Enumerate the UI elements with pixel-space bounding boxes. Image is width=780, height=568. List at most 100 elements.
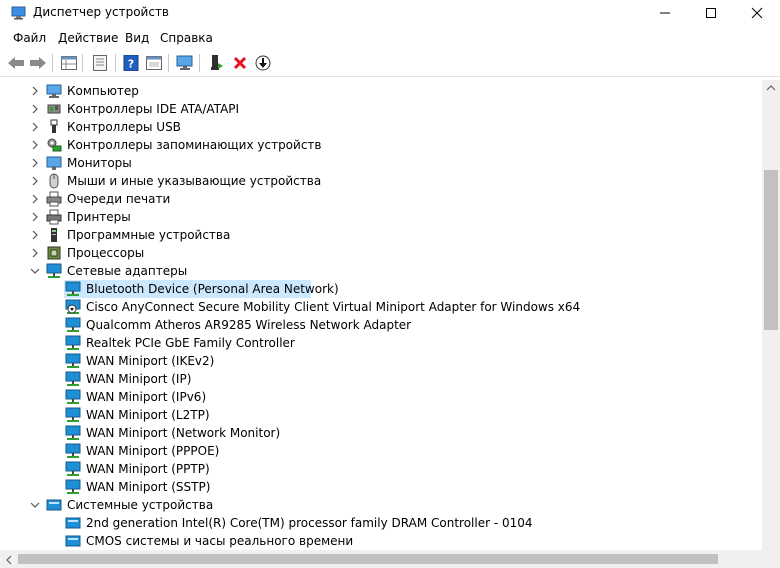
network-adapter-icon [65, 335, 81, 350]
menu-help[interactable]: Справка [160, 31, 213, 45]
tree-device-label: WAN Miniport (Network Monitor) [86, 426, 281, 440]
tree-category[interactable]: Программные устройства [0, 226, 762, 244]
tree-device-item[interactable]: CMOS системы и часы реального времени [0, 532, 762, 550]
tree-device-item[interactable]: WAN Miniport (Network Monitor) [0, 424, 762, 442]
properties-grid-icon [61, 56, 77, 70]
tree-category[interactable]: Мыши и иные указывающие устройства [0, 172, 762, 190]
network-adapter-disabled-icon [65, 299, 81, 314]
chevron-right-icon[interactable] [30, 190, 40, 208]
tree-device-item[interactable]: WAN Miniport (IP) [0, 370, 762, 388]
tree-category[interactable]: Контроллеры запоминающих устройств [0, 136, 762, 154]
tree-device-label: WAN Miniport (IP) [86, 372, 192, 386]
tree-device-label: Realtek PCIe GbE Family Controller [86, 336, 295, 350]
tree-device-item-selected[interactable]: Bluetooth Device (Personal Area Network) [0, 280, 762, 298]
scan-hardware-button[interactable] [175, 53, 195, 73]
uninstall-button[interactable] [230, 53, 250, 73]
tree-category[interactable]: Контроллеры USB [0, 118, 762, 136]
toolbar-separator [199, 54, 200, 72]
tree-category-label: Мониторы [67, 156, 132, 170]
tree-category-system[interactable]: Системные устройства [0, 496, 762, 514]
chevron-down-icon[interactable] [30, 262, 40, 280]
tree-category-label: Контроллеры IDE ATA/ATAPI [67, 102, 240, 116]
download-button[interactable] [253, 53, 273, 73]
forward-button[interactable] [28, 53, 48, 73]
chevron-right-icon[interactable] [30, 136, 40, 154]
maximize-icon [706, 8, 716, 18]
tree-category[interactable]: Контроллеры IDE ATA/ATAPI [0, 100, 762, 118]
tree-category[interactable]: Принтеры [0, 208, 762, 226]
help-button[interactable]: ? [121, 53, 141, 73]
monitor-icon [176, 55, 193, 70]
chevron-down-icon[interactable] [30, 496, 40, 514]
monitor-icon [46, 156, 62, 170]
chevron-right-icon[interactable] [30, 154, 40, 172]
close-button[interactable] [734, 0, 780, 26]
horizontal-scroll-thumb[interactable] [18, 554, 718, 564]
tree-device-item[interactable]: Cisco AnyConnect Secure Mobility Client … [0, 298, 762, 316]
window-title: Диспетчер устройств [33, 5, 170, 19]
tree-device-item[interactable]: WAN Miniport (PPTP) [0, 460, 762, 478]
tree-category-network[interactable]: Сетевые адаптеры [0, 262, 762, 280]
tree-category-label: Контроллеры запоминающих устройств [67, 138, 322, 152]
usb-icon [50, 119, 58, 133]
ide-controller-icon [47, 104, 61, 114]
tree-device-label: 2nd generation Intel(R) Core(TM) process… [86, 516, 533, 530]
scroll-up-icon[interactable] [766, 84, 776, 92]
chevron-right-icon[interactable] [30, 208, 40, 226]
properties-grid-button[interactable] [59, 53, 79, 73]
chevron-right-icon[interactable] [30, 82, 40, 100]
tree-device-item[interactable]: Realtek PCIe GbE Family Controller [0, 334, 762, 352]
back-button[interactable] [6, 53, 26, 73]
scroll-left-icon[interactable] [5, 555, 13, 565]
tree-category[interactable]: Мониторы [0, 154, 762, 172]
document-button[interactable] [90, 53, 110, 73]
system-device-icon [65, 517, 81, 529]
update-driver-button[interactable] [206, 53, 226, 73]
minimize-button[interactable] [642, 0, 688, 26]
tree-category[interactable]: Компьютер [0, 82, 762, 100]
uninstall-icon [233, 56, 247, 70]
tree-category[interactable]: Очереди печати [0, 190, 762, 208]
device-tree: Компьютер Контроллеры IDE ATA/ATAPI Конт… [0, 80, 762, 550]
vertical-scroll-thumb[interactable] [764, 170, 778, 330]
device-manager-app-icon [11, 6, 26, 20]
chevron-right-icon[interactable] [30, 244, 40, 262]
menu-view[interactable]: Вид [125, 31, 149, 45]
svg-text:?: ? [128, 58, 134, 71]
printer-icon [46, 209, 62, 225]
tree-device-item[interactable]: WAN Miniport (PPPOE) [0, 442, 762, 460]
vertical-scrollbar[interactable] [762, 80, 780, 550]
tree-category-label: Мыши и иные указывающие устройства [67, 174, 322, 188]
view-icon [146, 56, 162, 70]
tree-device-item[interactable]: Qualcomm Atheros AR9285 Wireless Network… [0, 316, 762, 334]
view-button[interactable] [144, 53, 164, 73]
tree-device-item[interactable]: WAN Miniport (IKEv2) [0, 352, 762, 370]
tree-device-item[interactable]: WAN Miniport (SSTP) [0, 478, 762, 496]
horizontal-scrollbar[interactable] [0, 550, 762, 568]
tree-category[interactable]: Процессоры [0, 244, 762, 262]
tree-category-label: Компьютер [67, 84, 139, 98]
software-device-icon [51, 228, 57, 242]
chevron-right-icon[interactable] [30, 226, 40, 244]
forward-icon [30, 57, 46, 69]
close-icon [751, 7, 763, 19]
tree-category-label: Программные устройства [67, 228, 231, 242]
chevron-right-icon[interactable] [30, 118, 40, 136]
system-devices-icon [46, 499, 62, 511]
menu-file[interactable]: Файл [13, 31, 46, 45]
network-adapter-icon [65, 407, 81, 422]
tree-device-item[interactable]: 2nd generation Intel(R) Core(TM) process… [0, 514, 762, 532]
menu-action[interactable]: Действие [58, 31, 118, 45]
tree-device-item[interactable]: WAN Miniport (L2TP) [0, 406, 762, 424]
print-queue-icon [46, 191, 62, 207]
tree-device-item[interactable]: WAN Miniport (IPv6) [0, 388, 762, 406]
tree-category-label: Процессоры [67, 246, 145, 260]
back-icon [8, 57, 24, 69]
tree-device-label: WAN Miniport (PPPOE) [86, 444, 220, 458]
network-adapter-icon [65, 425, 81, 440]
chevron-right-icon[interactable] [30, 100, 40, 118]
toolbar: ? [0, 50, 780, 77]
tree-category-label: Системные устройства [67, 498, 214, 512]
maximize-button[interactable] [688, 0, 734, 26]
chevron-right-icon[interactable] [30, 172, 40, 190]
